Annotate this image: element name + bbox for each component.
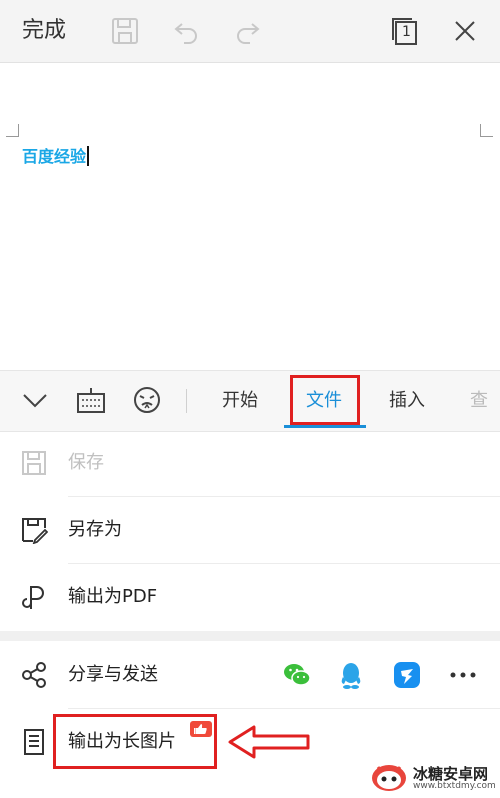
dingtalk-icon[interactable] xyxy=(392,660,422,690)
section-divider xyxy=(0,631,500,641)
page-count: 1 xyxy=(402,24,411,40)
site-watermark: 冰糖安卓网 www.btxtdmy.com xyxy=(370,760,500,794)
more-icon[interactable] xyxy=(448,660,478,690)
text-cursor xyxy=(87,146,90,166)
save-icon xyxy=(20,449,48,477)
keyboard-icon[interactable] xyxy=(76,385,106,415)
save-icon[interactable] xyxy=(110,16,140,46)
top-toolbar: 完成 1 xyxy=(0,0,500,63)
highlight-box-file-tab xyxy=(290,375,360,425)
watermark-url: www.btxtdmy.com xyxy=(413,781,496,791)
tab-start[interactable]: 开始 xyxy=(222,389,258,413)
tab-insert[interactable]: 插入 xyxy=(389,389,425,413)
close-icon[interactable] xyxy=(450,16,480,46)
collapse-chevron-icon[interactable] xyxy=(20,385,50,415)
wechat-icon[interactable] xyxy=(282,660,312,690)
margin-corner-right xyxy=(480,124,493,137)
page-count-icon[interactable]: 1 xyxy=(390,16,420,46)
long-image-icon xyxy=(20,728,48,756)
done-button[interactable]: 完成 xyxy=(22,16,66,46)
menu-label-save-as: 另存为 xyxy=(68,519,122,540)
menu-item-save[interactable]: 保存 xyxy=(0,430,500,496)
menu-item-save-as[interactable]: 另存为 xyxy=(0,497,500,563)
qq-icon[interactable] xyxy=(336,660,366,690)
arrow-left-icon xyxy=(228,724,312,760)
tab-review-partial[interactable]: 查 xyxy=(470,389,500,413)
active-tab-indicator xyxy=(284,425,366,428)
document-text[interactable]: 百度经验 xyxy=(22,146,90,168)
menu-label-share-send: 分享与发送 xyxy=(68,664,158,685)
emoji-icon[interactable] xyxy=(132,385,162,415)
menu-label-export-pdf: 输出为PDF xyxy=(68,586,158,607)
highlight-box-long-image xyxy=(53,714,217,769)
edit-toolbar: 开始 文件 插入 查 xyxy=(0,370,500,432)
menu-label-save: 保存 xyxy=(68,452,104,473)
share-icon xyxy=(20,661,48,689)
menu-item-share-send[interactable]: 分享与发送 xyxy=(0,642,500,708)
watermark-logo-icon xyxy=(370,760,408,794)
menu-item-export-pdf[interactable]: 输出为PDF xyxy=(0,564,500,630)
document-canvas[interactable] xyxy=(0,63,500,370)
toolbar-divider xyxy=(186,389,187,413)
redo-icon[interactable] xyxy=(232,16,262,46)
pdf-icon xyxy=(20,583,48,611)
margin-corner-left xyxy=(6,124,19,137)
undo-icon[interactable] xyxy=(172,16,202,46)
save-as-icon xyxy=(20,516,49,545)
